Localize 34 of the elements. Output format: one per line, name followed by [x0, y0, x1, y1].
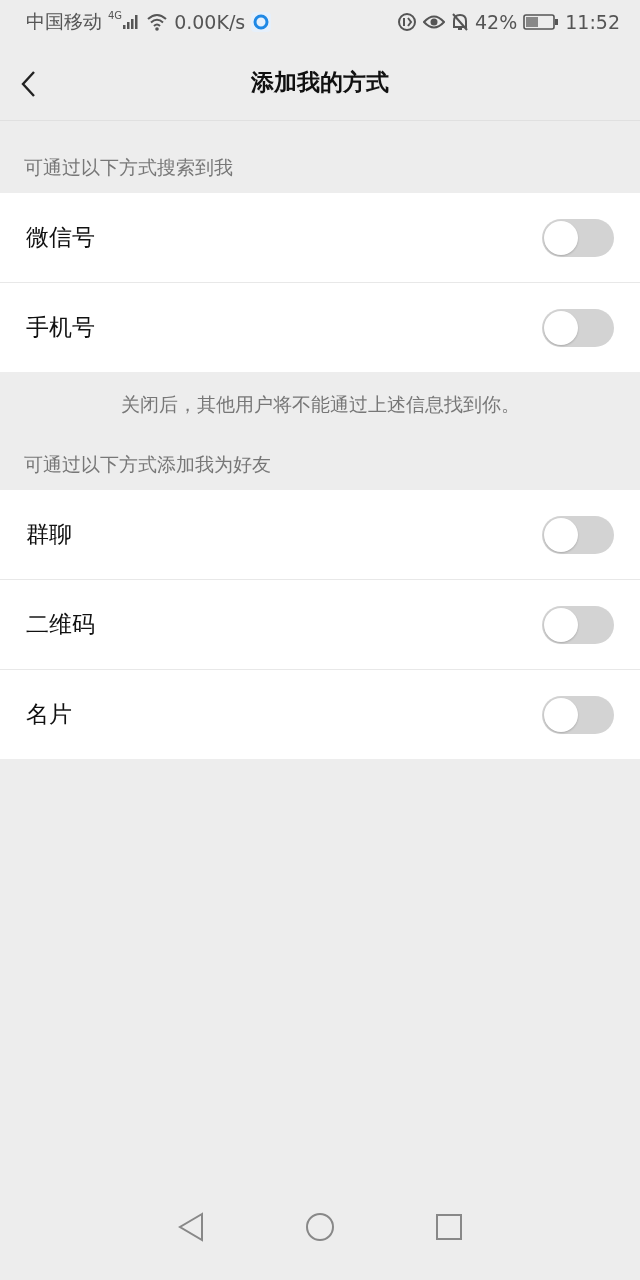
- setting-label: 微信号: [26, 223, 95, 252]
- setting-row[interactable]: 群聊: [0, 490, 640, 580]
- setting-label: 群聊: [26, 520, 72, 549]
- toggle-switch[interactable]: [542, 605, 614, 644]
- battery-icon: [523, 13, 560, 31]
- setting-row[interactable]: 二维码: [0, 580, 640, 670]
- home-button[interactable]: [305, 1212, 335, 1242]
- eye-icon: [423, 14, 445, 30]
- network-speed: 0.00K/s: [174, 11, 246, 33]
- setting-row[interactable]: 名片: [0, 670, 640, 759]
- page-title: 添加我的方式: [251, 67, 389, 97]
- wifi-icon: [146, 13, 169, 31]
- setting-label: 名片: [26, 700, 72, 729]
- network-type: 4G: [108, 10, 123, 21]
- signal-icon: [122, 14, 141, 30]
- data-saver-icon: [397, 12, 417, 32]
- carrier-name: 中国移动: [26, 9, 102, 34]
- clock: 11:52: [565, 11, 620, 33]
- app-icon: [251, 12, 272, 32]
- hint-text: 关闭后，其他用户将不能通过上述信息找到你。: [119, 392, 521, 417]
- setting-row[interactable]: 微信号: [0, 193, 640, 283]
- toggle-switch[interactable]: [542, 515, 614, 554]
- setting-label: 二维码: [26, 610, 95, 639]
- setting-label: 手机号: [26, 313, 95, 342]
- toggle-switch[interactable]: [542, 218, 614, 257]
- section-header: 可通过以下方式搜索到我: [23, 155, 234, 180]
- section-header: 可通过以下方式添加我为好友: [23, 452, 272, 477]
- toggle-switch[interactable]: [542, 695, 614, 734]
- recents-button[interactable]: [435, 1213, 463, 1241]
- bell-off-icon: [451, 12, 469, 32]
- toggle-switch[interactable]: [542, 308, 614, 347]
- battery-percent: 42%: [475, 11, 518, 33]
- setting-row[interactable]: 手机号: [0, 283, 640, 372]
- back-nav-button[interactable]: [177, 1211, 205, 1243]
